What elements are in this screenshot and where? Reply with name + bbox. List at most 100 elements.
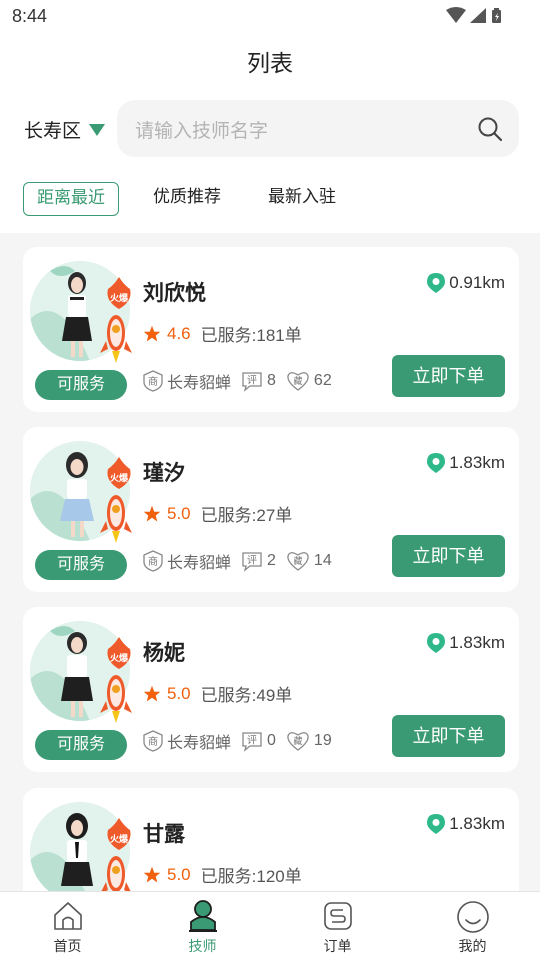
favorite-info: 藏 14 <box>286 550 332 572</box>
shop-name: 长寿貂蝉 <box>167 555 232 572</box>
search-icon[interactable] <box>477 116 503 147</box>
tab-home[interactable]: 首页 <box>0 892 135 961</box>
svg-text:火爆: 火爆 <box>110 833 129 845</box>
home-icon <box>52 900 84 937</box>
distance-value: 1.83km <box>449 633 505 652</box>
tab-orders[interactable]: 订单 <box>270 892 405 961</box>
rocket-badge-icon <box>100 491 132 548</box>
technician-name: 杨妮 <box>143 642 185 665</box>
rating-score: 4.6 <box>167 323 191 343</box>
hot-badge-icon: 火爆 <box>106 457 132 494</box>
shop-info: 商 长寿貂蝉 <box>143 729 231 753</box>
status-icons <box>444 6 530 26</box>
avatar-container: 火爆 <box>30 621 132 723</box>
tab-profile-label: 我的 <box>458 938 487 954</box>
shop-info: 商 长寿貂蝉 <box>143 369 231 393</box>
favorite-icon: 藏 <box>287 372 309 391</box>
distance-value: 0.91km <box>449 273 505 292</box>
tab-technician-label: 技师 <box>188 938 217 954</box>
technician-icon <box>187 900 219 939</box>
district-label: 长寿区 <box>24 121 82 142</box>
location-pin-icon <box>427 633 446 653</box>
svg-text:藏: 藏 <box>293 555 302 567</box>
svg-text:评: 评 <box>247 735 257 747</box>
rating-score: 5.0 <box>167 503 191 523</box>
shop-icon: 商 <box>143 730 163 752</box>
tab-profile[interactable]: 我的 <box>405 892 540 961</box>
status-bar: 8:44 <box>0 0 540 34</box>
district-selector[interactable]: 长寿区 <box>24 116 106 143</box>
shop-name: 长寿貂蝉 <box>167 375 232 392</box>
served-count: 已服务:27单 <box>200 506 293 525</box>
available-status: 可服务 <box>35 730 127 760</box>
review-info: 评 8 <box>241 370 276 392</box>
served-count: 已服务:181单 <box>200 326 302 345</box>
distance: 1.83km <box>427 453 505 473</box>
search-input[interactable]: 请输入技师名字 <box>135 116 268 143</box>
rating-score: 5.0 <box>167 864 191 884</box>
svg-text:藏: 藏 <box>293 735 302 747</box>
svg-text:火爆: 火爆 <box>110 472 129 484</box>
review-icon: 评 <box>242 372 262 392</box>
served-count: 已服务:49单 <box>200 686 293 705</box>
location-pin-icon <box>427 453 446 473</box>
favorite-info: 藏 62 <box>286 370 332 392</box>
hot-badge-icon: 火爆 <box>106 818 132 855</box>
distance: 1.83km <box>427 814 505 834</box>
tab-technician[interactable]: 技师 <box>135 892 270 961</box>
page-title: 列表 <box>247 50 293 76</box>
star-icon <box>143 505 161 521</box>
rating-row: 5.0 已服务:120单 <box>143 862 302 887</box>
rating-row: 5.0 已服务:49单 <box>143 681 292 706</box>
favorite-info: 藏 19 <box>286 730 332 752</box>
svg-text:商: 商 <box>148 375 158 388</box>
distance-value: 1.83km <box>449 453 505 472</box>
technician-card[interactable]: 火爆 可服务 杨妮 1.83km 5.0 已服务:49单 商 长寿貂蝉 评 0 … <box>23 607 519 772</box>
available-status: 可服务 <box>35 550 127 580</box>
shop-name: 长寿貂蝉 <box>167 735 232 752</box>
svg-text:评: 评 <box>247 555 257 567</box>
review-count: 0 <box>267 732 276 749</box>
bottom-tab-bar: 首页 技师 订单 我的 <box>0 891 540 961</box>
hot-badge-icon: 火爆 <box>106 277 132 314</box>
favorite-icon: 藏 <box>287 732 309 751</box>
favorite-count: 62 <box>313 372 332 389</box>
profile-icon <box>456 900 490 939</box>
shop-icon: 商 <box>143 550 163 572</box>
tab-orders-label: 订单 <box>323 938 352 954</box>
avatar-container: 火爆 <box>30 802 132 902</box>
tab-nearest[interactable]: 距离最近 <box>23 182 119 216</box>
review-count: 2 <box>267 552 276 569</box>
rating-row: 4.6 已服务:181单 <box>143 321 302 346</box>
tab-recommended[interactable]: 优质推荐 <box>153 182 221 216</box>
review-count: 8 <box>267 372 276 389</box>
technician-name: 甘露 <box>143 823 185 846</box>
distance: 1.83km <box>427 633 505 653</box>
svg-text:商: 商 <box>148 735 158 748</box>
meta-row: 商 长寿貂蝉 评 2 藏 14 <box>143 549 342 573</box>
order-now-button[interactable]: 立即下单 <box>392 715 505 757</box>
shop-icon: 商 <box>143 370 163 392</box>
favorite-count: 14 <box>313 552 332 569</box>
rocket-badge-icon <box>100 311 132 368</box>
signal-battery-icon <box>446 7 501 23</box>
technician-card[interactable]: 火爆 可服务 瑾汐 1.83km 5.0 已服务:27单 商 长寿貂蝉 评 2 … <box>23 427 519 592</box>
review-info: 评 2 <box>241 550 276 572</box>
order-now-button[interactable]: 立即下单 <box>392 355 505 397</box>
rating-row: 5.0 已服务:27单 <box>143 501 292 526</box>
svg-text:火爆: 火爆 <box>110 292 129 304</box>
shop-info: 商 长寿貂蝉 <box>143 549 231 573</box>
top-section: 8:44 列表 长寿区 请输入技师名字 距离最近 优质推荐 最新入驻 <box>0 0 540 233</box>
order-icon <box>322 900 354 937</box>
order-now-button[interactable]: 立即下单 <box>392 535 505 577</box>
star-icon <box>143 325 161 341</box>
technician-name: 刘欣悦 <box>143 282 206 305</box>
technician-card[interactable]: 火爆 可服务 刘欣悦 0.91km 4.6 已服务:181单 商 长寿貂蝉 评 … <box>23 247 519 412</box>
technician-name: 瑾汐 <box>143 462 185 485</box>
search-bar[interactable]: 请输入技师名字 <box>117 100 519 157</box>
star-icon <box>143 866 161 882</box>
location-pin-icon <box>427 814 446 834</box>
tab-home-label: 首页 <box>53 938 82 954</box>
svg-text:商: 商 <box>148 555 158 568</box>
tab-newest[interactable]: 最新入驻 <box>268 182 336 216</box>
